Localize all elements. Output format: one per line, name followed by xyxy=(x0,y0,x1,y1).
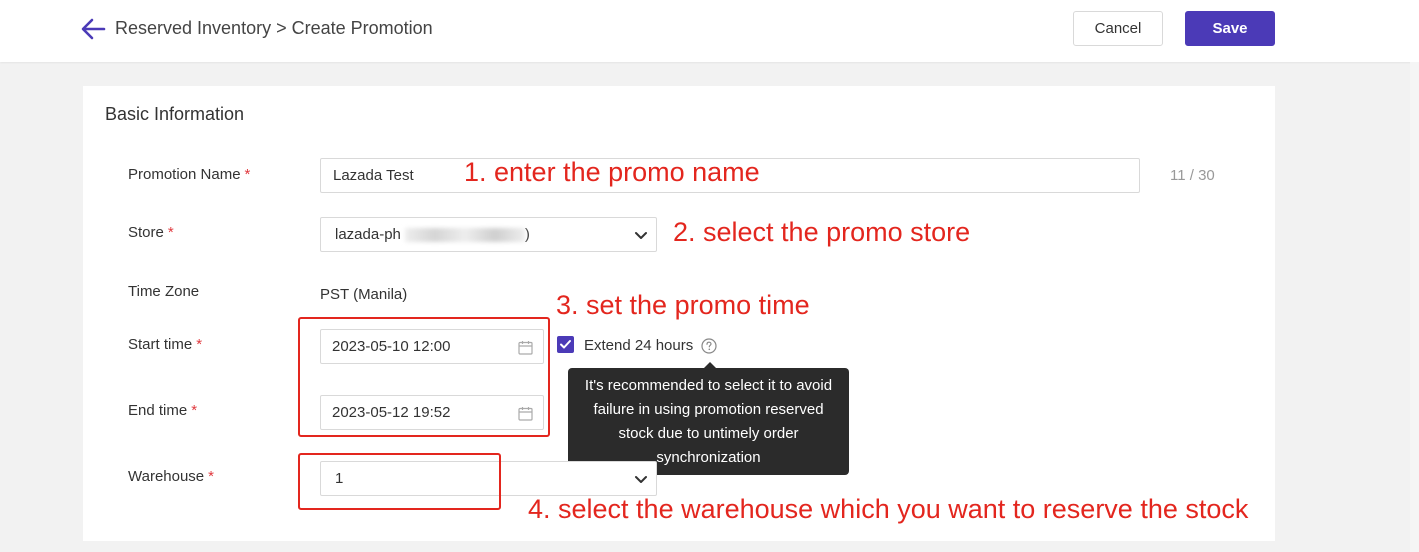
required-mark: * xyxy=(196,336,203,353)
time-zone-label: Time Zone xyxy=(128,283,200,300)
checkmark-icon xyxy=(560,340,571,349)
chevron-down-icon xyxy=(635,476,647,483)
section-title: Basic Information xyxy=(105,104,245,124)
start-time-label: Start time * xyxy=(128,336,203,353)
question-circle-icon[interactable] xyxy=(701,338,717,354)
chevron-down-icon xyxy=(635,232,647,239)
annotation-step-1: 1. enter the promo name xyxy=(464,157,760,187)
required-mark: * xyxy=(208,468,214,485)
store-label: Store * xyxy=(128,224,174,241)
annotation-step-2: 2. select the promo store xyxy=(673,217,971,247)
required-mark: * xyxy=(244,166,251,183)
breadcrumb: Reserved Inventory > Create Promotion xyxy=(115,18,433,38)
page-scrollbar[interactable] xyxy=(1410,62,1419,552)
highlight-box-warehouse xyxy=(298,453,501,510)
extend-tooltip: It's recommended to select it to avoid f… xyxy=(568,368,849,475)
extend-24-hours-label: Extend 24 hours xyxy=(584,337,694,354)
warehouse-label: Warehouse * xyxy=(128,468,214,485)
promotion-name-label: Promotion Name * xyxy=(128,166,251,183)
promotion-name-value: Lazada Test xyxy=(333,167,414,184)
cancel-button[interactable]: Cancel xyxy=(1073,11,1163,46)
time-zone-value: PST (Manila) xyxy=(320,286,408,303)
top-bar: Reserved Inventory > Create Promotion Ca… xyxy=(0,0,1419,62)
redacted-store-name xyxy=(404,227,525,242)
highlight-box-time xyxy=(298,317,550,437)
required-mark: * xyxy=(167,224,174,241)
character-counter: 11 / 30 xyxy=(1170,167,1215,184)
extend-24-hours-checkbox[interactable] xyxy=(557,336,574,353)
annotation-step-4: 4. select the warehouse which you want t… xyxy=(528,494,1249,524)
end-time-label: End time * xyxy=(128,402,198,419)
store-value-prefix: lazada-ph xyxy=(335,226,401,243)
store-select[interactable]: lazada-ph ) xyxy=(320,217,657,252)
save-button[interactable]: Save xyxy=(1185,11,1275,46)
annotation-step-3: 3. set the promo time xyxy=(556,290,810,320)
required-mark: * xyxy=(191,402,198,419)
back-arrow-icon[interactable] xyxy=(80,17,106,41)
store-value-suffix: ) xyxy=(524,226,530,243)
